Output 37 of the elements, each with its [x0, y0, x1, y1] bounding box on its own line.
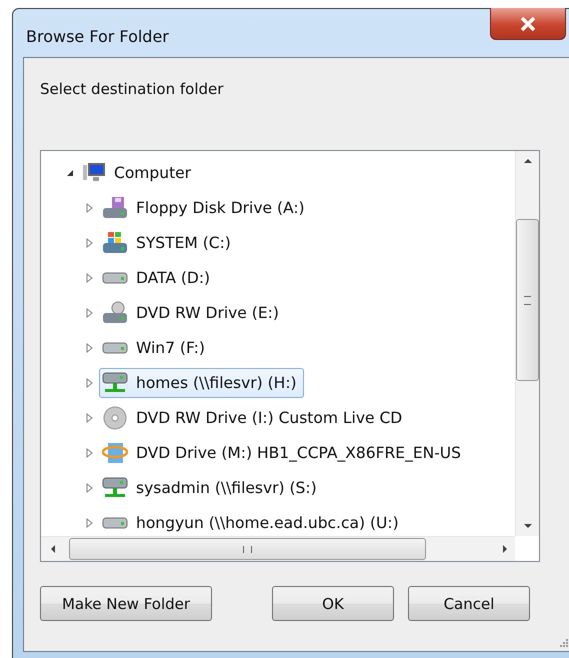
scroll-right-icon[interactable]	[503, 545, 507, 553]
tree-item[interactable]: DVD RW Drive (I:) Custom Live CD	[99, 402, 410, 432]
tree-item[interactable]: DVD Drive (M:) HB1_CCPA_X86FRE_EN-US	[99, 438, 468, 468]
horizontal-scrollbar[interactable]	[41, 536, 515, 561]
resize-grip-icon[interactable]	[558, 637, 568, 647]
tree-item[interactable]: Win7 (F:)	[99, 332, 212, 362]
setup-disc-icon	[102, 440, 128, 464]
scroll-down-icon[interactable]	[524, 524, 532, 528]
tree-item[interactable]: DVD RW Drive (E:)	[99, 298, 286, 328]
tree-item[interactable]: Computer	[79, 158, 198, 186]
computer-icon	[82, 162, 106, 184]
disc-icon	[102, 406, 128, 430]
drive-icon	[102, 342, 128, 354]
network-drive-icon	[102, 370, 128, 394]
drive-icon	[102, 516, 128, 528]
scroll-up-icon[interactable]	[524, 159, 532, 163]
scroll-left-icon[interactable]	[51, 545, 55, 553]
tree-item[interactable]: Floppy Disk Drive (A:)	[99, 192, 312, 222]
dialog-button[interactable]: Cancel	[408, 586, 530, 621]
tree-item[interactable]: hongyun (\\home.ead.ubc.ca) (U:)	[99, 508, 406, 536]
tree-item[interactable]: homes (\\filesvr) (H:)	[99, 368, 304, 398]
instruction-text: Select destination folder	[40, 80, 224, 98]
vertical-scrollbar[interactable]	[515, 151, 539, 536]
close-button[interactable]	[490, 8, 566, 40]
close-icon	[519, 16, 537, 32]
network-drive-icon	[102, 476, 128, 500]
tree-item[interactable]: SYSTEM (C:)	[99, 228, 238, 258]
system-drive-icon	[102, 230, 128, 254]
optical-drive-icon	[102, 300, 128, 324]
dialog-button[interactable]: OK	[272, 586, 394, 621]
expander-icon[interactable]	[65, 168, 75, 178]
new-folder-button[interactable]: Make New Folder	[40, 586, 212, 621]
tree-item[interactable]: DATA (D:)	[99, 262, 218, 292]
window-title: Browse For Folder	[26, 26, 169, 46]
tree-item[interactable]: sysadmin (\\filesvr) (S:)	[99, 472, 324, 502]
floppy-drive-icon	[102, 196, 128, 220]
drive-icon	[102, 272, 128, 284]
